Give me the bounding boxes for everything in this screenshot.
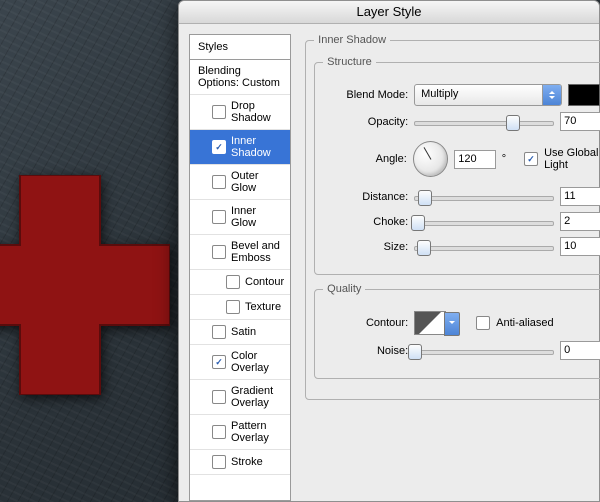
style-row-bevel-and-emboss[interactable]: Bevel and Emboss (190, 235, 290, 270)
choke-slider[interactable] (414, 214, 554, 230)
titlebar[interactable]: Layer Style (179, 1, 599, 24)
opacity-label: Opacity: (323, 116, 408, 128)
shadow-color-swatch[interactable] (568, 84, 600, 106)
chevron-down-icon (444, 312, 460, 336)
angle-label: Angle: (323, 153, 407, 165)
layer-style-dialog: Layer Style Styles Blending Options: Cus… (178, 0, 600, 502)
style-row-drop-shadow[interactable]: Drop Shadow (190, 95, 290, 130)
style-checkbox[interactable] (226, 300, 240, 314)
style-checkbox[interactable] (212, 210, 226, 224)
style-row-gradient-overlay[interactable]: Gradient Overlay (190, 380, 290, 415)
style-row-color-overlay[interactable]: Color Overlay (190, 345, 290, 380)
quality-group: Quality Contour: Anti-aliased Noise: 0 % (314, 283, 600, 379)
size-slider[interactable] (414, 239, 554, 255)
styles-header[interactable]: Styles (190, 35, 290, 60)
style-checkbox[interactable] (212, 245, 226, 259)
styles-sidebar: Styles Blending Options: Custom Drop Sha… (189, 34, 291, 501)
style-label: Color Overlay (231, 350, 284, 374)
style-label: Pattern Overlay (231, 420, 284, 444)
style-label: Outer Glow (231, 170, 284, 194)
effect-panel: Inner Shadow Structure Blend Mode: Multi… (303, 34, 600, 501)
blend-mode-dropdown[interactable]: Multiply (414, 84, 562, 106)
distance-label: Distance: (323, 191, 408, 203)
style-checkbox[interactable] (212, 390, 226, 404)
style-checkbox[interactable] (212, 355, 226, 369)
noise-label: Noise: (323, 345, 408, 357)
style-label: Contour (245, 276, 284, 288)
cross-artwork (0, 175, 170, 395)
blend-mode-label: Blend Mode: (323, 89, 408, 101)
style-row-pattern-overlay[interactable]: Pattern Overlay (190, 415, 290, 450)
style-row-stroke[interactable]: Stroke (190, 450, 290, 475)
use-global-light-checkbox[interactable] (524, 152, 538, 166)
contour-label: Contour: (323, 317, 408, 329)
style-label: Inner Glow (231, 205, 284, 229)
style-label: Drop Shadow (231, 100, 284, 124)
style-row-texture[interactable]: Texture (190, 295, 290, 320)
noise-input[interactable]: 0 (560, 341, 600, 360)
opacity-input[interactable]: 70 (560, 112, 600, 131)
noise-slider[interactable] (414, 343, 554, 359)
style-label: Gradient Overlay (231, 385, 284, 409)
style-row-satin[interactable]: Satin (190, 320, 290, 345)
style-label: Inner Shadow (231, 135, 284, 159)
size-input[interactable]: 10 (560, 237, 600, 256)
angle-input[interactable]: 120 (454, 150, 495, 169)
structure-group: Structure Blend Mode: Multiply Opacity: … (314, 56, 600, 275)
distance-slider[interactable] (414, 189, 554, 205)
style-checkbox[interactable] (212, 455, 226, 469)
panel-title: Inner Shadow (314, 34, 390, 46)
style-checkbox[interactable] (212, 105, 226, 119)
style-checkbox[interactable] (212, 175, 226, 189)
style-checkbox[interactable] (226, 275, 240, 289)
inner-shadow-group: Inner Shadow Structure Blend Mode: Multi… (305, 34, 600, 400)
style-label: Bevel and Emboss (231, 240, 284, 264)
degree-symbol: ° (502, 153, 506, 165)
chevron-updown-icon (542, 85, 561, 105)
anti-aliased-checkbox[interactable] (476, 316, 490, 330)
style-row-inner-shadow[interactable]: Inner Shadow (190, 130, 290, 165)
style-checkbox[interactable] (212, 325, 226, 339)
choke-label: Choke: (323, 216, 408, 228)
structure-legend: Structure (323, 56, 376, 68)
anti-aliased-label: Anti-aliased (496, 317, 553, 329)
blending-options-row[interactable]: Blending Options: Custom (190, 60, 290, 95)
distance-input[interactable]: 11 (560, 187, 600, 206)
quality-legend: Quality (323, 283, 365, 295)
style-row-contour[interactable]: Contour (190, 270, 290, 295)
use-global-light-label: Use Global Light (544, 147, 600, 171)
opacity-slider[interactable] (414, 114, 554, 130)
style-row-inner-glow[interactable]: Inner Glow (190, 200, 290, 235)
style-checkbox[interactable] (212, 140, 226, 154)
style-checkbox[interactable] (212, 425, 226, 439)
style-row-outer-glow[interactable]: Outer Glow (190, 165, 290, 200)
angle-dial[interactable] (413, 141, 448, 177)
choke-input[interactable]: 2 (560, 212, 600, 231)
contour-picker[interactable] (414, 311, 446, 335)
style-label: Satin (231, 326, 256, 338)
size-label: Size: (323, 241, 408, 253)
style-label: Texture (245, 301, 281, 313)
style-label: Stroke (231, 456, 263, 468)
